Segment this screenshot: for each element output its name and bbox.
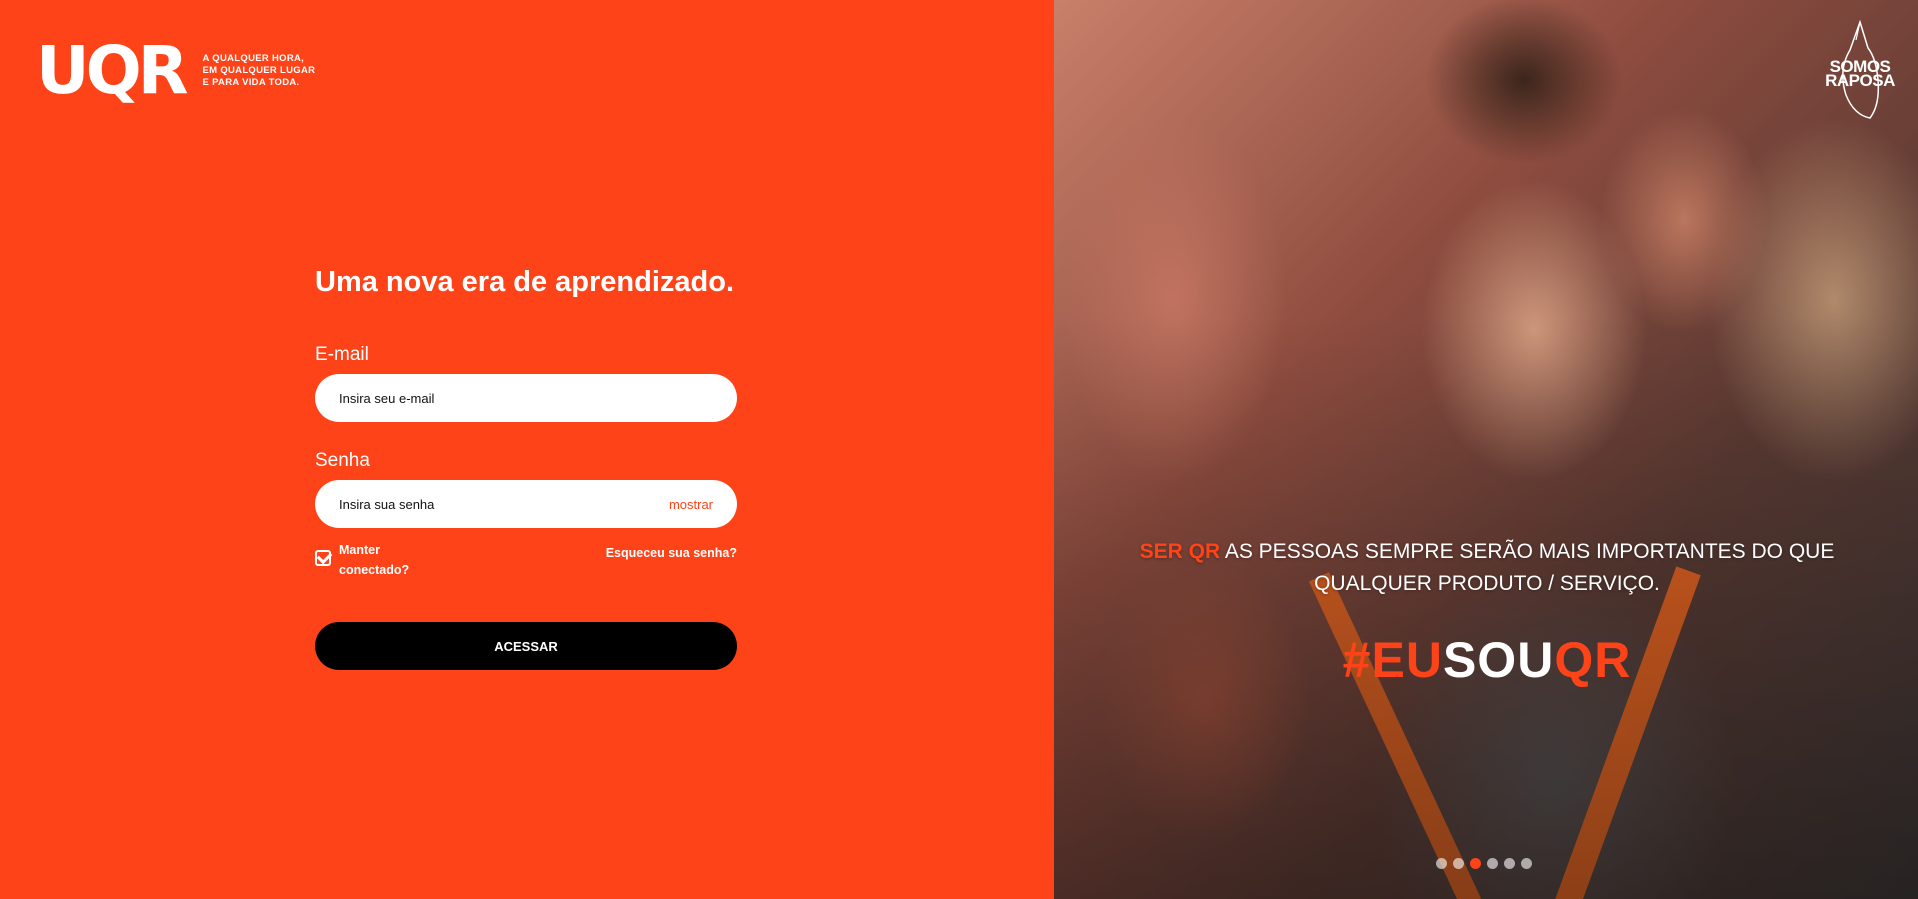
password-label: Senha <box>315 450 370 471</box>
submit-button[interactable]: ACESSAR <box>315 622 737 670</box>
carousel-dot[interactable] <box>1521 858 1532 869</box>
tagline-line: EM QUALQUER LUGAR <box>202 65 316 76</box>
quote-line: AS PESSOAS SEMPRE SERÃO MAIS IMPORTANTES… <box>1224 540 1835 563</box>
logo-mark: UQR <box>36 32 189 109</box>
page-title: Uma nova era de aprendizado. <box>315 266 735 298</box>
logo-tagline: A QUALQUER HORA, EM QUALQUER LUGAR E PAR… <box>203 53 323 89</box>
hashtag: #EUSOUQR <box>1134 632 1840 688</box>
photo-overlay <box>1054 0 1918 899</box>
keep-connected-line: Manter <box>339 543 380 557</box>
somos-raposa-badge: SOMOS RAPOSA <box>1820 19 1900 120</box>
carousel-dot[interactable] <box>1487 858 1498 869</box>
quote-line: QUALQUER PRODUTO / SERVIÇO. <box>1314 572 1660 595</box>
email-field[interactable]: Insira seu e-mail <box>315 374 737 422</box>
brand-logo[interactable]: UQR A QUALQUER HORA, EM QUALQUER LUGAR E… <box>36 38 323 104</box>
email-placeholder: Insira seu e-mail <box>339 390 435 406</box>
keep-connected-checkbox[interactable] <box>315 550 331 566</box>
hashtag-part: SOU <box>1442 632 1555 688</box>
carousel-dots <box>1436 858 1532 869</box>
login-form: Uma nova era de aprendizado. E-mail Insi… <box>315 262 737 670</box>
badge-line: RAPOSA <box>1825 71 1895 90</box>
keep-connected[interactable]: Manter conectado? <box>315 540 409 580</box>
show-password-link[interactable]: mostrar <box>669 497 713 512</box>
carousel-dot[interactable] <box>1453 858 1464 869</box>
carousel-dot[interactable] <box>1436 858 1447 869</box>
tagline-line: E PARA VIDA TODA. <box>202 77 300 88</box>
hero-image <box>1054 0 1918 899</box>
tagline-line: A QUALQUER HORA, <box>202 53 305 64</box>
hashtag-part: QR <box>1554 632 1632 688</box>
password-placeholder: Insira sua senha <box>339 496 435 512</box>
hero-quote: SER QR AS PESSOAS SEMPRE SERÃO MAIS IMPO… <box>1134 536 1840 600</box>
forgot-password-link[interactable]: Esqueceu sua senha? <box>606 546 737 560</box>
email-label: E-mail <box>315 344 369 365</box>
badge-text: SOMOS RAPOSA <box>1820 58 1900 90</box>
hashtag-part: EU <box>1371 632 1443 688</box>
quote-accent: SER QR <box>1139 540 1221 563</box>
keep-connected-label: Manter conectado? <box>339 540 409 580</box>
carousel-dot[interactable] <box>1504 858 1515 869</box>
hashtag-part: # <box>1342 632 1372 688</box>
form-options: Manter conectado? Esqueceu sua senha? <box>315 540 737 580</box>
password-field[interactable]: Insira sua senha mostrar <box>315 480 737 528</box>
keep-connected-line: conectado? <box>339 563 410 577</box>
login-panel: UQR A QUALQUER HORA, EM QUALQUER LUGAR E… <box>0 0 1054 899</box>
carousel-dot[interactable] <box>1470 858 1481 869</box>
